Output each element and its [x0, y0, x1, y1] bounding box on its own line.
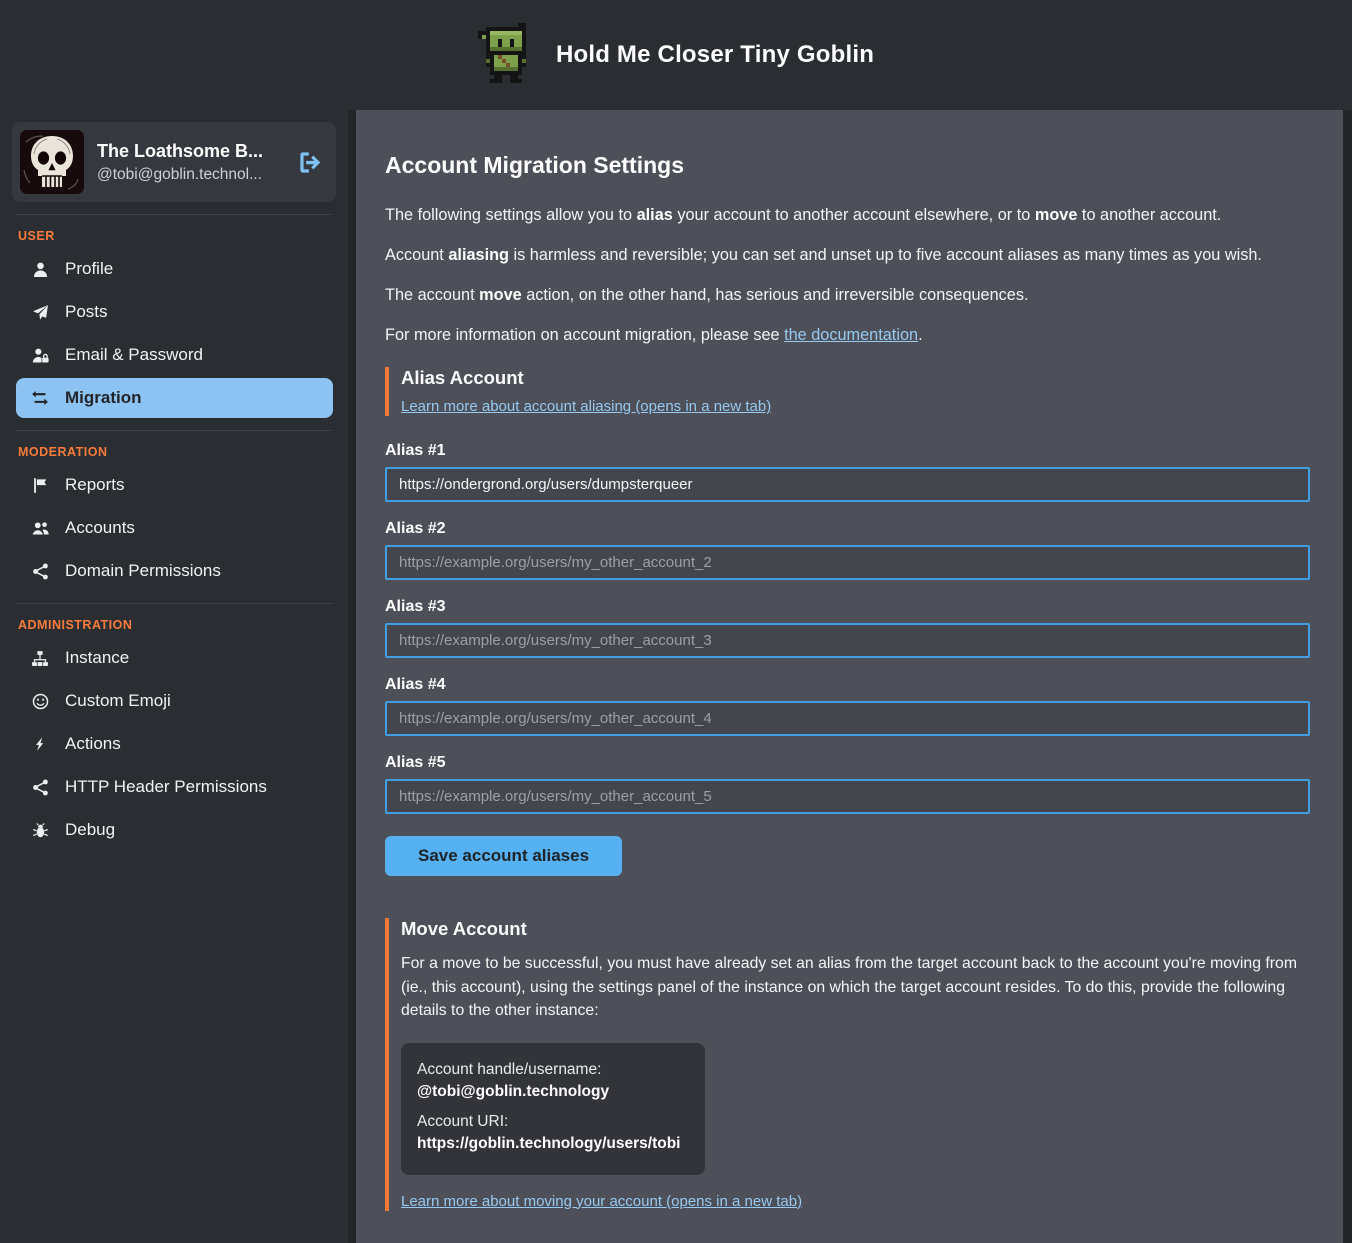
sitemap-icon [29, 650, 51, 667]
nav-label: Reports [65, 475, 125, 495]
instance-logo-goblin-icon [478, 23, 534, 87]
migration-settings-panel: Account Migration Settings The following… [356, 110, 1343, 1243]
account-handle-label: Account handle/username: [417, 1061, 681, 1079]
sidebar-item-custom-emoji[interactable]: Custom Emoji [16, 681, 333, 721]
move-account-heading: Move Account [401, 918, 1303, 940]
account-uri-label: Account URI: [417, 1113, 681, 1131]
section-label-moderation: MODERATION [18, 445, 348, 459]
page-title: Account Migration Settings [385, 152, 1303, 179]
users-icon [29, 520, 51, 537]
flag-icon [29, 477, 51, 494]
section-label-user: USER [18, 229, 348, 243]
share-nodes-icon [29, 563, 51, 580]
moderation-nav: Reports Accounts Domain Permissions [0, 465, 348, 591]
alias-3-label: Alias #3 [385, 598, 1303, 616]
user-icon [29, 261, 51, 278]
intro-paragraph-3: The account move action, on the other ha… [385, 283, 1303, 307]
bolt-icon [29, 736, 51, 752]
instance-title: Hold Me Closer Tiny Goblin [556, 41, 874, 69]
alias-3-input[interactable] [385, 623, 1310, 658]
smiley-icon [29, 693, 51, 710]
alias-1-input[interactable] [385, 467, 1310, 502]
divider [16, 214, 332, 215]
move-account-section: Move Account For a move to be successful… [385, 918, 1303, 1211]
administration-nav: Instance Custom Emoji Actions HTTP Heade… [0, 638, 348, 850]
user-nav: Profile Posts Email & Password Migration [0, 249, 348, 418]
alias-2-input[interactable] [385, 545, 1310, 580]
intro-paragraph-2: Account aliasing is harmless and reversi… [385, 243, 1303, 267]
sign-out-icon [297, 149, 324, 176]
sidebar-item-actions[interactable]: Actions [16, 724, 333, 764]
exchange-arrows-icon [29, 389, 51, 407]
sidebar-item-instance[interactable]: Instance [16, 638, 333, 678]
sidebar-item-migration[interactable]: Migration [16, 378, 333, 418]
account-handle-value: @tobi@goblin.technology [417, 1083, 681, 1101]
section-label-administration: ADMINISTRATION [18, 618, 348, 632]
settings-sidebar: The Loathsome B... @tobi@goblin.technol.… [0, 110, 348, 1243]
alias-1-label: Alias #1 [385, 442, 1303, 460]
account-uri-value: https://goblin.technology/users/tobi [417, 1135, 681, 1153]
alias-5-label: Alias #5 [385, 754, 1303, 772]
nav-label: Accounts [65, 518, 135, 538]
nav-label: Custom Emoji [65, 691, 171, 711]
nav-label: Posts [65, 302, 108, 322]
sidebar-item-domain-permissions[interactable]: Domain Permissions [16, 551, 333, 591]
nav-label: Migration [65, 388, 142, 408]
bug-icon [29, 822, 51, 839]
user-card: The Loathsome B... @tobi@goblin.technol.… [12, 122, 336, 202]
sidebar-item-profile[interactable]: Profile [16, 249, 333, 289]
alias-docs-link[interactable]: Learn more about account aliasing (opens… [401, 398, 771, 415]
intro-paragraph-1: The following settings allow you to alia… [385, 203, 1303, 227]
alias-4-label: Alias #4 [385, 676, 1303, 694]
sidebar-item-reports[interactable]: Reports [16, 465, 333, 505]
nav-label: HTTP Header Permissions [65, 777, 267, 797]
alias-account-section: Alias Account Learn more about account a… [385, 367, 1303, 416]
nav-label: Email & Password [65, 345, 203, 365]
alias-form: Alias #1 Alias #2 Alias #3 Alias #4 Alia… [385, 442, 1303, 876]
move-docs-link[interactable]: Learn more about moving your account (op… [401, 1193, 802, 1210]
alias-4-input[interactable] [385, 701, 1310, 736]
nav-label: Debug [65, 820, 115, 840]
nav-label: Actions [65, 734, 121, 754]
documentation-link[interactable]: the documentation [784, 326, 918, 344]
nav-label: Profile [65, 259, 113, 279]
account-handle: @tobi@goblin.technol... [97, 166, 282, 184]
sidebar-item-email-password[interactable]: Email & Password [16, 335, 333, 375]
move-account-paragraph: For a move to be successful, you must ha… [401, 952, 1303, 1023]
save-account-aliases-button[interactable]: Save account aliases [385, 836, 622, 876]
sidebar-item-debug[interactable]: Debug [16, 810, 333, 850]
nav-label: Instance [65, 648, 129, 668]
app-header: Hold Me Closer Tiny Goblin [0, 0, 1352, 110]
nav-label: Domain Permissions [65, 561, 221, 581]
logout-button[interactable] [295, 147, 326, 178]
account-details-box: Account handle/username: @tobi@goblin.te… [401, 1043, 705, 1175]
user-lock-icon [29, 347, 51, 364]
intro-paragraph-4: For more information on account migratio… [385, 323, 1303, 347]
divider [16, 430, 332, 431]
share-nodes-icon [29, 779, 51, 796]
sidebar-item-posts[interactable]: Posts [16, 292, 333, 332]
display-name: The Loathsome B... [97, 141, 282, 162]
sidebar-item-accounts[interactable]: Accounts [16, 508, 333, 548]
alias-5-input[interactable] [385, 779, 1310, 814]
alias-account-heading: Alias Account [401, 367, 1303, 389]
paper-plane-icon [29, 304, 51, 321]
sidebar-item-http-header-permissions[interactable]: HTTP Header Permissions [16, 767, 333, 807]
alias-2-label: Alias #2 [385, 520, 1303, 538]
avatar [20, 130, 84, 194]
divider [16, 603, 332, 604]
